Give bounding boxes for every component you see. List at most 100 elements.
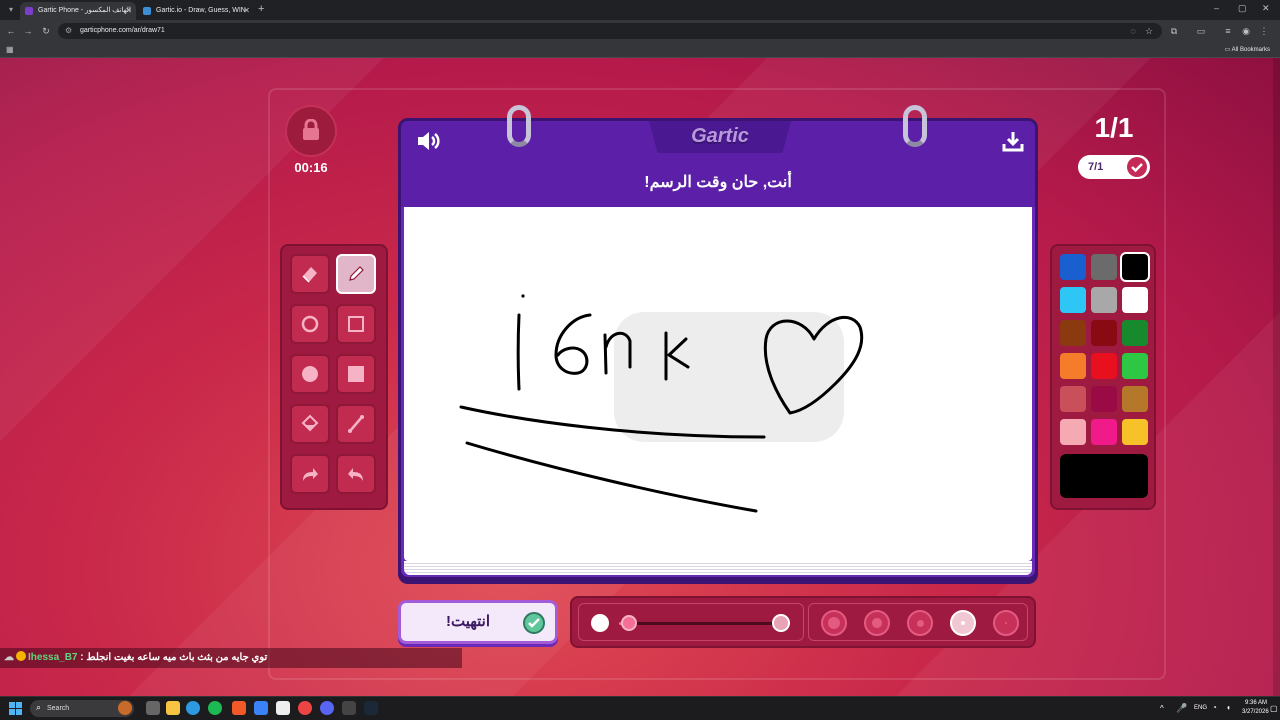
color-swatch[interactable] [1060, 353, 1086, 379]
store-icon[interactable] [254, 701, 268, 715]
discord-icon[interactable] [320, 701, 334, 715]
edge-icon[interactable] [186, 701, 200, 715]
opacity-slider-box [578, 603, 804, 641]
tray-chevron-icon[interactable]: ^ [1160, 704, 1164, 713]
page-scrollbar[interactable] [1273, 58, 1280, 696]
brave-icon[interactable] [232, 701, 246, 715]
chrome-icon[interactable] [298, 701, 312, 715]
cast-icon[interactable]: ▭ [1195, 25, 1207, 37]
all-bookmarks-link[interactable]: ▭ All Bookmarks [1225, 42, 1270, 58]
slider-handle[interactable] [621, 615, 637, 631]
chat-message: ☁ Ihessa_B7 توي جايه من بثث باث ميه ساعه … [0, 648, 462, 668]
drawing-strokes [459, 294, 864, 513]
eye-off-icon[interactable]: ◌ [1127, 25, 1139, 37]
color-swatch[interactable] [1091, 320, 1117, 346]
notion-icon[interactable] [276, 701, 290, 715]
tools-panel [280, 244, 388, 510]
fill-bucket-tool[interactable] [290, 404, 330, 444]
mic-icon[interactable]: 🎤 [1176, 703, 1187, 714]
bookmarks-bar: ▦ ▭ All Bookmarks [0, 42, 1280, 58]
bookmark-star-icon[interactable]: ☆ [1143, 25, 1155, 37]
eraser-tool[interactable] [290, 254, 330, 294]
close-window-icon[interactable]: ✕ [1262, 3, 1270, 14]
file-explorer-icon[interactable] [166, 701, 180, 715]
line-tool[interactable] [336, 404, 376, 444]
color-swatch[interactable] [1091, 386, 1117, 412]
color-swatch[interactable] [1091, 254, 1117, 280]
rectangle-outline-tool[interactable] [336, 304, 376, 344]
notebook-ring [903, 105, 927, 147]
clock-time[interactable]: 9:36 AM [1245, 700, 1267, 706]
tab-search-icon[interactable]: ▾ [5, 4, 17, 16]
close-tab-icon[interactable]: ✕ [243, 2, 250, 20]
volume-icon[interactable]: ◖ [1226, 703, 1231, 712]
color-swatch[interactable] [1120, 252, 1150, 282]
minimize-icon[interactable]: – [1214, 3, 1219, 13]
draw-prompt: أنت, حان وقت الرسم! [644, 174, 792, 191]
pencil-tool[interactable] [336, 254, 376, 294]
clock-date[interactable]: 3/27/2026 [1242, 709, 1269, 715]
terminal-icon[interactable] [342, 701, 356, 715]
back-icon[interactable]: ← [5, 25, 17, 37]
weather-icon[interactable] [118, 701, 132, 715]
ellipse-fill-tool[interactable] [290, 354, 330, 394]
redo-tool[interactable] [290, 454, 330, 494]
maximize-icon[interactable]: ▢ [1238, 3, 1247, 14]
apps-grid-icon[interactable]: ▦ [6, 45, 15, 54]
rectangle-fill-tool[interactable] [336, 354, 376, 394]
color-swatch[interactable] [1091, 353, 1117, 379]
media-icon[interactable]: ≡ [1222, 25, 1234, 37]
done-button[interactable]: انتهيت! [398, 600, 558, 644]
search-label: Search [47, 705, 70, 712]
undo-tool[interactable] [336, 454, 376, 494]
color-swatch[interactable] [1060, 386, 1086, 412]
new-tab-icon[interactable]: + [258, 3, 264, 15]
language-indicator[interactable]: ENG [1194, 705, 1207, 711]
windows-start-icon[interactable] [9, 702, 22, 715]
steam-icon[interactable] [364, 701, 378, 715]
brush-size-option[interactable] [864, 610, 890, 636]
brush-size-option[interactable] [821, 610, 847, 636]
color-swatch[interactable] [1122, 353, 1148, 379]
url-text: garticphone.com/ar/draw71 [80, 27, 165, 34]
profile-icon[interactable]: ◉ [1240, 25, 1252, 37]
browser-tab-gartic-io[interactable]: Gartic.io - Draw, Guess, WIN ✕ [138, 2, 254, 20]
color-swatch[interactable] [1060, 287, 1086, 313]
close-tab-icon[interactable]: ✕ [125, 2, 132, 20]
forward-icon[interactable]: → [22, 25, 34, 37]
reload-icon[interactable]: ↻ [40, 25, 52, 37]
ellipse-outline-tool[interactable] [290, 304, 330, 344]
timer-lock [285, 105, 337, 157]
color-swatch[interactable] [1122, 386, 1148, 412]
eraser-icon [302, 267, 317, 283]
round-counter: 1/1 [1094, 112, 1134, 143]
color-swatch[interactable] [1091, 287, 1117, 313]
gartic-io-favicon-icon [143, 7, 151, 15]
brush-size-panel [570, 596, 1036, 648]
task-view-icon[interactable] [146, 701, 160, 715]
opacity-slider-track[interactable] [619, 622, 789, 625]
color-swatch[interactable] [1122, 287, 1148, 313]
notification-icon[interactable]: ▢ [1270, 704, 1278, 713]
color-swatch[interactable] [1091, 419, 1117, 445]
address-bar[interactable]: ⚙ garticphone.com/ar/draw71 [58, 23, 1162, 39]
color-swatch[interactable] [1060, 320, 1086, 346]
site-info-icon[interactable]: ⚙ [65, 26, 74, 35]
brush-size-option[interactable] [907, 610, 933, 636]
menu-icon[interactable]: ⋮ [1258, 25, 1270, 37]
players-done-pill: 7/1 [1078, 155, 1150, 179]
network-icon[interactable]: ◔ [1212, 703, 1217, 712]
drawing-canvas[interactable] [404, 207, 1032, 561]
download-icon[interactable] [1001, 129, 1025, 153]
speaker-icon[interactable] [415, 129, 443, 153]
color-swatch[interactable] [1122, 419, 1148, 445]
spotify-icon[interactable] [208, 701, 222, 715]
brush-size-option[interactable] [950, 610, 976, 636]
color-swatch[interactable] [1060, 419, 1086, 445]
browser-tab-gartic-phone[interactable]: Gartic Phone - الهاتف المكسور ✕ [20, 2, 136, 20]
circle-filled-icon [302, 366, 318, 382]
color-swatch[interactable] [1060, 254, 1086, 280]
color-swatch[interactable] [1122, 320, 1148, 346]
brush-size-option[interactable] [993, 610, 1019, 636]
extensions-icon[interactable]: ⧉ [1168, 25, 1180, 37]
